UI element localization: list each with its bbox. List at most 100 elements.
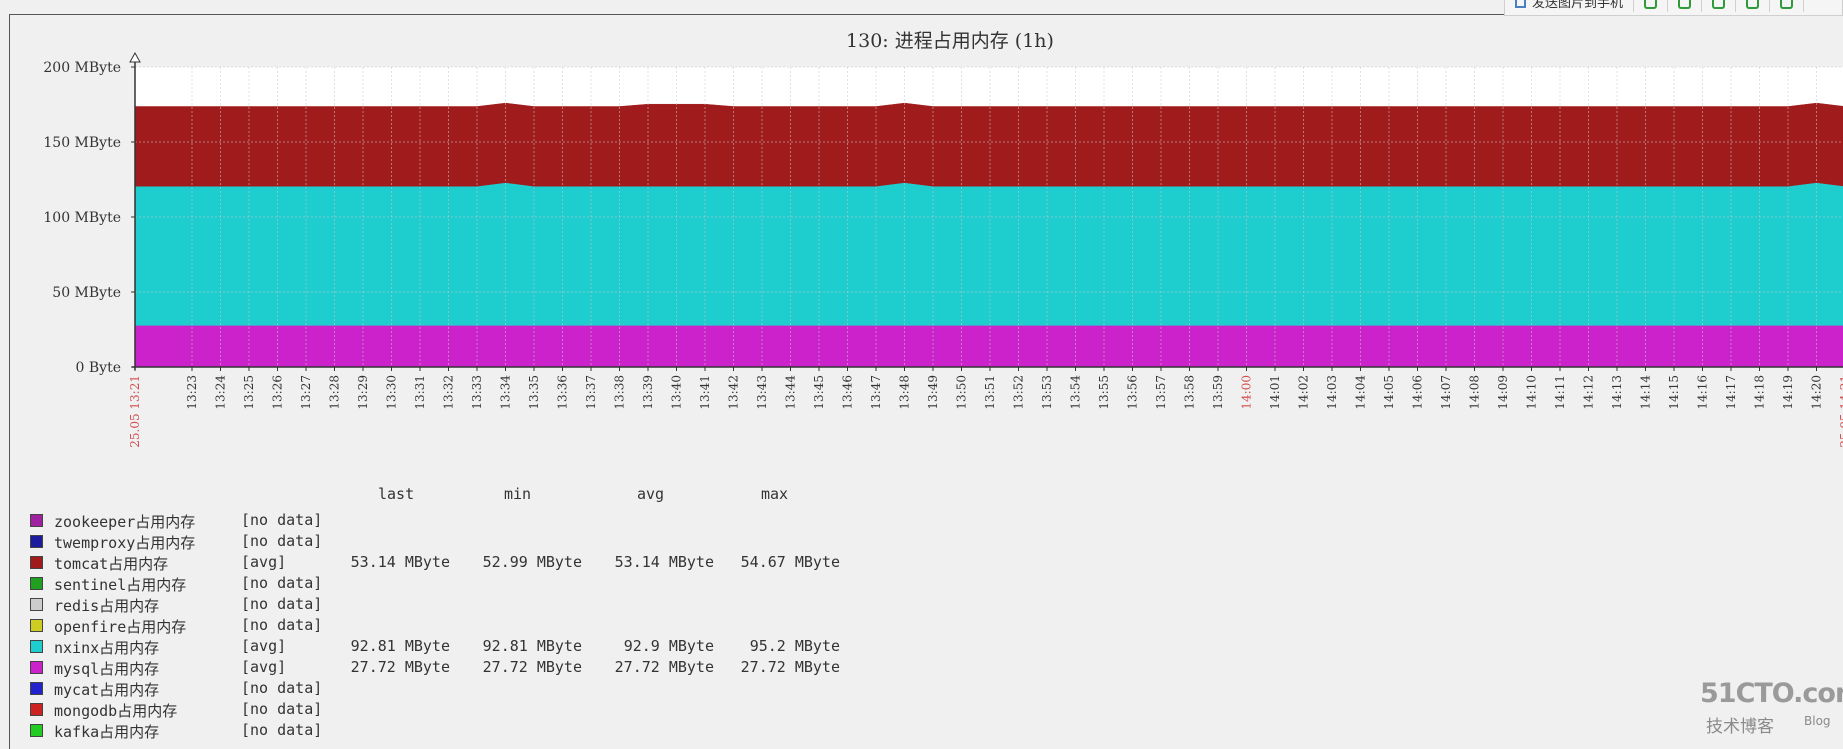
x-tick-label: 13:26 [271,375,285,410]
x-tick-label: 13:28 [328,375,342,410]
x-tick-label: 13:30 [385,375,399,410]
x-tick-label: 14:15 [1667,375,1681,410]
legend-series-name: redis占用内存 [54,597,160,615]
watermark: 51CTO.com 技术博客 Blog [1700,678,1843,738]
x-tick-label: 14:17 [1724,375,1738,410]
x-tick-label: 13:51 [983,375,997,410]
legend-function: [no data] [241,511,323,529]
watermark-logo: 51CTO.com [1700,678,1843,709]
x-tick-label: 13:34 [499,375,513,410]
legend-row: tomcat占用内存 [avg] 53.14 MByte 52.99 MByte 53.… [30,553,850,574]
x-tick-label: 14:09 [1496,375,1510,410]
x-tick-label: 14:04 [1354,375,1368,410]
x-tick-label: 13:29 [356,375,370,410]
legend-header-avg: avg [637,485,665,503]
x-tick-label: 13:39 [641,375,655,410]
x-tick-label: 13:42 [727,375,741,410]
legend-function: [no data] [241,700,323,718]
x-tick-label: 14:14 [1639,375,1653,410]
x-tick-label: 13:36 [556,375,570,410]
x-tick-label: 14:16 [1696,375,1710,410]
legend-series-name: nxinx占用内存 [54,639,160,657]
legend-value-min: 27.72 MByte [482,658,582,676]
x-tick-label: 14:06 [1411,375,1425,410]
x-tick-label: 13:24 [214,375,228,410]
legend-swatch [30,598,43,611]
legend-swatch [30,724,43,737]
watermark-blog: Blog [1804,714,1831,728]
x-tick-label: 13:49 [926,375,940,410]
legend-header-max: max [761,485,789,503]
legend-value-min: 52.99 MByte [482,553,582,571]
x-tick-label: 13:23 [185,375,199,410]
legend-row: mycat占用内存 [no data] [30,679,850,700]
x-tick-label: 25.05 14:21 [1838,375,1843,448]
x-tick-label: 14:03 [1325,375,1339,410]
x-tick-label: 13:58 [1183,375,1197,410]
legend-row: sentinel占用内存 [no data] [30,574,850,595]
x-tick-label: 13:53 [1040,375,1054,410]
watermark-subtitle: 技术博客 [1706,717,1774,737]
x-axis-ticks: 25.05 13:21 13:23 13:24 13:25 13:26 13:27 13:2… [128,367,1843,448]
legend-series-name: mongodb占用内存 [54,702,178,720]
x-tick-label: 13:40 [670,375,684,410]
x-tick-label: 14:00 [1240,375,1254,410]
legend-value-avg: 27.72 MByte [614,658,714,676]
x-tick-label: 13:57 [1154,375,1168,410]
x-tick-label: 14:10 [1525,375,1539,410]
legend-function: [avg] [241,637,287,655]
x-tick-label: 13:33 [470,375,484,410]
legend-swatch [30,703,43,716]
legend-value-max: 54.67 MByte [740,553,840,571]
legend-value-max: 27.72 MByte [740,658,840,676]
legend-series-name: tomcat占用内存 [54,555,169,573]
x-tick-label: 13:59 [1211,375,1225,410]
legend-swatch [30,577,43,590]
x-tick-label: 13:35 [527,375,541,410]
x-tick-label: 13:56 [1126,375,1140,410]
legend-function: [no data] [241,616,323,634]
legend-row: mongodb占用内存 [no data] [30,700,850,721]
y-tick-label: 150 MByte [43,135,121,151]
x-tick-label: 13:48 [898,375,912,410]
x-tick-label: 13:38 [613,375,627,410]
x-tick-label: 14:01 [1268,375,1282,410]
legend-function: [no data] [241,679,323,697]
legend-swatch [30,682,43,695]
legend-series-name: mycat占用内存 [54,681,160,699]
legend-value-last: 27.72 MByte [350,658,450,676]
legend-header-min: min [504,485,532,503]
legend-row: kafka占用内存 [no data] [30,721,850,742]
x-tick-label: 13:54 [1069,375,1083,410]
legend-value-avg: 92.9 MByte [623,637,714,655]
x-tick-label: 25.05 13:21 [128,375,142,448]
x-tick-label: 13:45 [812,375,826,410]
x-tick-label: 13:46 [841,375,855,410]
chart-title: 130: 进程占用内存 (1h) [846,30,1054,52]
x-tick-label: 13:37 [584,375,598,410]
legend-swatch [30,619,43,632]
x-tick-label: 13:55 [1097,375,1111,410]
legend-series-name: openfire占用内存 [54,618,187,636]
legend-function: [no data] [241,574,323,592]
y-axis-ticks: 200 MByte 150 MByte 100 MByte 50 MByte 0 Byt… [43,60,135,376]
x-tick-label: 14:02 [1297,375,1311,410]
legend-value-last: 53.14 MByte [350,553,450,571]
legend-series-name: sentinel占用内存 [54,576,187,594]
x-tick-label: 13:47 [869,375,883,410]
legend-series-name: twemproxy占用内存 [54,534,196,552]
legend-function: [avg] [241,553,287,571]
x-tick-label: 13:44 [784,375,798,410]
legend-swatch [30,661,43,674]
legend-swatch [30,640,43,653]
y-tick-label: 100 MByte [43,210,121,226]
legend-row: mysql占用内存 [avg] 27.72 MByte 27.72 MByte 27.7… [30,658,850,679]
x-tick-label: 13:50 [955,375,969,410]
x-tick-label: 13:27 [299,375,313,410]
legend-value-max: 95.2 MByte [749,637,840,655]
x-tick-label: 13:32 [442,375,456,410]
x-tick-label: 14:05 [1382,375,1396,410]
x-tick-label: 14:20 [1810,375,1824,410]
x-tick-label: 14:11 [1553,375,1567,410]
legend-swatch [30,514,43,527]
